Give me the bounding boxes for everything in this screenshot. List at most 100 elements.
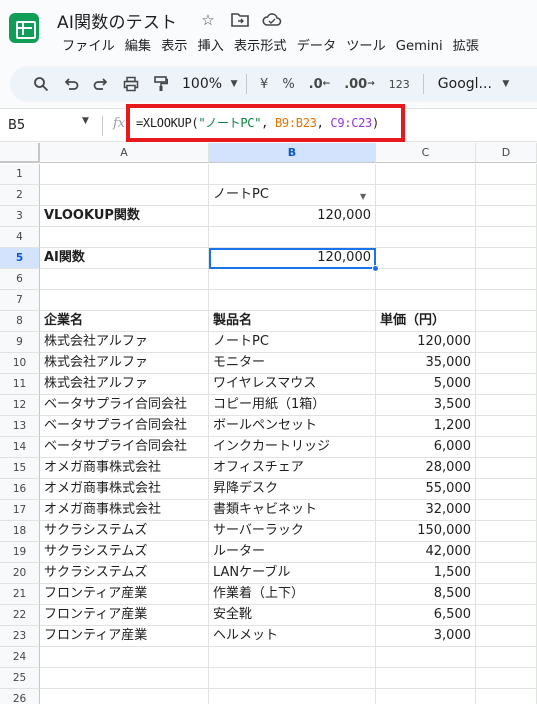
- row-header-11[interactable]: 11: [0, 374, 40, 395]
- cell-c1[interactable]: [376, 164, 476, 185]
- cell-a25[interactable]: [40, 668, 209, 689]
- cell-d5[interactable]: [476, 248, 537, 269]
- cell-d20[interactable]: [476, 563, 537, 584]
- row-header-23[interactable]: 23: [0, 626, 40, 647]
- cell-c2[interactable]: [376, 185, 476, 206]
- row-header-7[interactable]: 7: [0, 290, 40, 311]
- paint-format-icon[interactable]: [146, 70, 176, 98]
- decrease-decimal-button[interactable]: .0 ←: [302, 70, 338, 98]
- cell-a26[interactable]: [40, 689, 209, 704]
- cell-d13[interactable]: [476, 416, 537, 437]
- cell-b12[interactable]: コピー用紙（1箱）: [209, 395, 376, 416]
- spreadsheet-grid[interactable]: A B C D 1 2 ノートPC 3 VLOOKUP関数 120,000 4 5 AI関数 120,00…: [0, 143, 537, 704]
- cell-d26[interactable]: [476, 689, 537, 704]
- row-header-17[interactable]: 17: [0, 500, 40, 521]
- cell-a12[interactable]: ベータサプライ合同会社: [40, 395, 209, 416]
- cell-b13[interactable]: ボールペンセット: [209, 416, 376, 437]
- cell-d8[interactable]: [476, 311, 537, 332]
- row-header-25[interactable]: 25: [0, 668, 40, 689]
- cell-a10[interactable]: 株式会社アルファ: [40, 353, 209, 374]
- row-header-2[interactable]: 2: [0, 185, 40, 206]
- menu-data[interactable]: データ: [292, 37, 342, 57]
- cell-a3[interactable]: VLOOKUP関数: [40, 206, 209, 227]
- menu-extensions[interactable]: 拡張: [448, 37, 484, 57]
- row-header-1[interactable]: 1: [0, 164, 40, 185]
- cell-a19[interactable]: サクラシステムズ: [40, 542, 209, 563]
- cell-c6[interactable]: [376, 269, 476, 290]
- cell-b19[interactable]: ルーター: [209, 542, 376, 563]
- cell-a4[interactable]: [40, 227, 209, 248]
- cell-d24[interactable]: [476, 647, 537, 668]
- name-box-caret-icon[interactable]: ▼: [82, 116, 89, 126]
- cell-d12[interactable]: [476, 395, 537, 416]
- cell-a23[interactable]: フロンティア産業: [40, 626, 209, 647]
- row-header-3[interactable]: 3: [0, 206, 40, 227]
- cell-b20[interactable]: LANケーブル: [209, 563, 376, 584]
- menu-format[interactable]: 表示形式: [229, 37, 292, 57]
- font-caret-icon[interactable]: ▼: [500, 70, 512, 98]
- row-header-8[interactable]: 8: [0, 311, 40, 332]
- menu-file[interactable]: ファイル: [57, 37, 120, 57]
- number-format-button[interactable]: 123: [382, 70, 417, 98]
- print-icon[interactable]: [116, 70, 146, 98]
- cell-d2[interactable]: [476, 185, 537, 206]
- cell-c12[interactable]: 3,500: [376, 395, 476, 416]
- fill-handle[interactable]: [372, 265, 379, 272]
- cell-d7[interactable]: [476, 290, 537, 311]
- column-header-c[interactable]: C: [376, 143, 476, 163]
- cell-b21[interactable]: 作業着（上下）: [209, 584, 376, 605]
- cell-a22[interactable]: フロンティア産業: [40, 605, 209, 626]
- cell-d23[interactable]: [476, 626, 537, 647]
- dropdown-chip-caret-icon[interactable]: ▼: [360, 192, 366, 201]
- cell-c5[interactable]: [376, 248, 476, 269]
- formula-input[interactable]: =XLOOKUP("ノートPC", B9:B23, C9:C23): [136, 114, 379, 131]
- cell-a8[interactable]: 企業名: [40, 311, 209, 332]
- cell-c18[interactable]: 150,000: [376, 521, 476, 542]
- cell-b22[interactable]: 安全靴: [209, 605, 376, 626]
- row-header-10[interactable]: 10: [0, 353, 40, 374]
- cloud-status-icon[interactable]: [262, 10, 282, 30]
- cell-c10[interactable]: 35,000: [376, 353, 476, 374]
- menu-view[interactable]: 表示: [156, 37, 192, 57]
- cell-c8[interactable]: 単価（円）: [376, 311, 476, 332]
- cell-d6[interactable]: [476, 269, 537, 290]
- cell-d17[interactable]: [476, 500, 537, 521]
- row-header-24[interactable]: 24: [0, 647, 40, 668]
- row-header-6[interactable]: 6: [0, 269, 40, 290]
- cell-d21[interactable]: [476, 584, 537, 605]
- zoom-select[interactable]: 100%: [176, 70, 228, 98]
- row-header-18[interactable]: 18: [0, 521, 40, 542]
- cell-d3[interactable]: [476, 206, 537, 227]
- cell-d14[interactable]: [476, 437, 537, 458]
- cell-b17[interactable]: 書類キャビネット: [209, 500, 376, 521]
- row-header-13[interactable]: 13: [0, 416, 40, 437]
- row-header-20[interactable]: 20: [0, 563, 40, 584]
- cell-a24[interactable]: [40, 647, 209, 668]
- cell-b2[interactable]: ノートPC: [209, 185, 376, 206]
- undo-icon[interactable]: [56, 70, 86, 98]
- cell-c9[interactable]: 120,000: [376, 332, 476, 353]
- cell-d15[interactable]: [476, 458, 537, 479]
- cell-b4[interactable]: [209, 227, 376, 248]
- row-header-5[interactable]: 5: [0, 248, 40, 269]
- cell-b16[interactable]: 昇降デスク: [209, 479, 376, 500]
- menu-tools[interactable]: ツール: [341, 37, 391, 57]
- cell-c22[interactable]: 6,500: [376, 605, 476, 626]
- cell-a14[interactable]: ベータサプライ合同会社: [40, 437, 209, 458]
- cell-a21[interactable]: フロンティア産業: [40, 584, 209, 605]
- menu-insert[interactable]: 挿入: [193, 37, 229, 57]
- cell-b23[interactable]: ヘルメット: [209, 626, 376, 647]
- cell-b11[interactable]: ワイヤレスマウス: [209, 374, 376, 395]
- cell-c15[interactable]: 28,000: [376, 458, 476, 479]
- cell-a18[interactable]: サクラシステムズ: [40, 521, 209, 542]
- row-header-26[interactable]: 26: [0, 689, 40, 704]
- select-all-corner[interactable]: [0, 143, 40, 163]
- cell-d11[interactable]: [476, 374, 537, 395]
- cell-a11[interactable]: 株式会社アルファ: [40, 374, 209, 395]
- cell-a5[interactable]: AI関数: [40, 248, 209, 269]
- cell-c23[interactable]: 3,000: [376, 626, 476, 647]
- star-icon[interactable]: ☆: [198, 10, 218, 30]
- cell-c19[interactable]: 42,000: [376, 542, 476, 563]
- cell-c25[interactable]: [376, 668, 476, 689]
- currency-format-button[interactable]: ¥: [253, 70, 275, 98]
